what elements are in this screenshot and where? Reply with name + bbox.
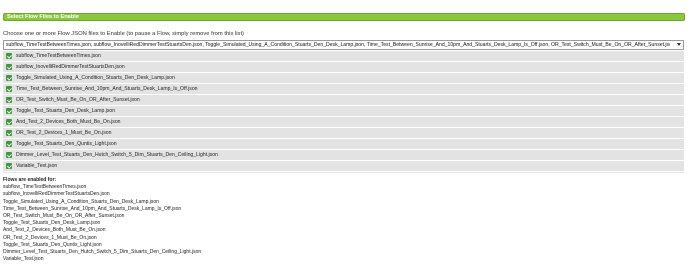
option-label: Dimmer_Level_Test_Stuarts_Den_Hutch_Swit…: [16, 152, 218, 158]
checkbox-checked-icon[interactable]: [6, 53, 12, 59]
dropdown-option[interactable]: Toggle_Simulated_Using_A_Condition_Stuar…: [3, 73, 684, 84]
checkbox-checked-icon[interactable]: [6, 130, 12, 136]
option-label: Time_Test_Between_Sunrise_And_10pm_And_S…: [16, 86, 198, 92]
dropdown-option[interactable]: Toggle_Test_Stuarts_Den_Desk_Lamp.json: [3, 106, 684, 117]
checkbox-checked-icon[interactable]: [6, 75, 12, 81]
enabled-flow-item: Time_Test_Between_Sunrise_And_10pm_And_S…: [3, 205, 182, 212]
dropdown-option[interactable]: Time_Test_Between_Sunrise_And_10pm_And_S…: [3, 84, 684, 95]
flow-files-select[interactable]: subflow_TimeTestBetweenTimes.json, subfl…: [3, 40, 684, 50]
checkbox-checked-icon[interactable]: [6, 97, 12, 103]
option-label: Variable_Test.json: [16, 163, 58, 169]
checkbox-checked-icon[interactable]: [6, 152, 12, 158]
dropdown-option[interactable]: Toggle_Test_Stuarts_Den_Quntis_Light.jso…: [3, 139, 684, 150]
enabled-flow-item: Variable_Test.json: [3, 256, 44, 263]
dropdown-option[interactable]: subflow_TimeTestBetweenTimes.json: [3, 51, 684, 62]
enabled-flow-item: Toggle_Test_Stuarts_Den_Desk_Lamp.json: [3, 220, 101, 227]
enabled-flow-item: subflow_InovelliRedDimmerTestStuartsDen.…: [3, 191, 110, 198]
option-label: And_Test_2_Devices_Both_Must_Be_On.json: [16, 119, 121, 125]
enabled-flow-item: subflow_TimeTestBetweenTimes.json: [3, 184, 87, 191]
checkbox-checked-icon[interactable]: [6, 108, 12, 114]
option-label: Toggle_Simulated_Using_A_Condition_Stuar…: [16, 75, 175, 81]
checkbox-checked-icon[interactable]: [6, 119, 12, 125]
option-label: OR_Test_2_Devices_1_Must_Be_On.json: [16, 130, 112, 136]
flow-files-dropdown: subflow_TimeTestBetweenTimes.json subflo…: [3, 51, 684, 173]
checkbox-checked-icon[interactable]: [6, 163, 12, 169]
checkbox-checked-icon[interactable]: [6, 64, 12, 70]
option-label: Toggle_Test_Stuarts_Den_Desk_Lamp.json: [16, 108, 116, 114]
enabled-flow-item: OR_Test_Switch_Must_Be_On_OR_After_Sunse…: [3, 213, 125, 220]
section-header-bar: [3, 13, 685, 21]
dropdown-option[interactable]: OR_Test_2_Devices_1_Must_Be_On.json: [3, 128, 684, 139]
enabled-flow-item: OR_Test_2_Devices_1_Must_Be_On.json: [3, 234, 97, 241]
option-label: OR_Test_Switch_Must_Be_On_OR_After_Sunse…: [16, 97, 140, 103]
dropdown-option[interactable]: Dimmer_Level_Test_Stuarts_Den_Hutch_Swit…: [3, 150, 684, 161]
dropdown-option[interactable]: And_Test_2_Devices_Both_Must_Be_On.json: [3, 117, 684, 128]
chevron-down-icon[interactable]: [677, 43, 681, 46]
enabled-flows-list: Flows are enabled for: subflow_TimeTestB…: [3, 177, 201, 263]
option-label: subflow_InovelliRedDimmerTestStuartsDen.…: [16, 64, 125, 70]
enabled-flow-item: Toggle_Simulated_Using_A_Condition_Stuar…: [3, 198, 159, 205]
dropdown-option[interactable]: Variable_Test.json: [3, 161, 684, 172]
instruction-text: Choose one or more Flow JSON files to En…: [3, 31, 244, 37]
select-value: subflow_TimeTestBetweenTimes.json, subfl…: [6, 42, 670, 48]
checkbox-checked-icon[interactable]: [6, 86, 12, 92]
dropdown-option[interactable]: subflow_InovelliRedDimmerTestStuartsDen.…: [3, 62, 684, 73]
dropdown-option[interactable]: OR_Test_Switch_Must_Be_On_OR_After_Sunse…: [3, 95, 684, 106]
enabled-flow-item: Dimmer_Level_Test_Stuarts_Den_Hutch_Swit…: [3, 249, 202, 256]
enabled-flow-item: Toggle_Test_Stuarts_Den_Quntis_Light.jso…: [3, 241, 102, 248]
section-title: Select Flow Files to Enable: [7, 14, 79, 20]
option-label: subflow_TimeTestBetweenTimes.json: [16, 53, 101, 59]
enabled-flows-header: Flows are enabled for:: [3, 177, 57, 183]
enabled-flow-item: And_Test_2_Devices_Both_Must_Be_On.json: [3, 227, 106, 234]
checkbox-checked-icon[interactable]: [6, 141, 12, 147]
option-label: Toggle_Test_Stuarts_Den_Quntis_Light.jso…: [16, 141, 117, 147]
